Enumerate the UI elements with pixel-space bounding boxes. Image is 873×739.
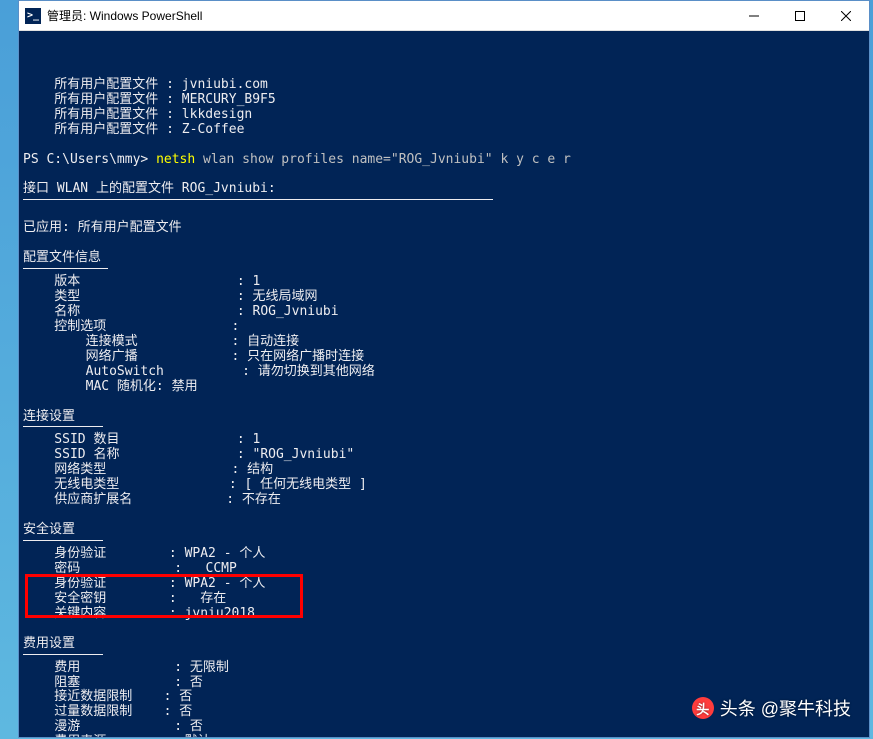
- terminal-line: 所有用户配置文件 : Z-Coffee: [23, 123, 865, 138]
- terminal-line: 身份验证 : WPA2 - 个人: [23, 547, 865, 562]
- terminal-line: MAC 随机化: 禁用: [23, 380, 865, 395]
- terminal-line: [23, 138, 865, 153]
- terminal-line: 漫游 : 否: [23, 720, 865, 735]
- terminal-line: [23, 508, 865, 523]
- terminal-line: 安全设置: [23, 523, 865, 538]
- watermark: 头 头条 @聚牛科技: [692, 695, 851, 721]
- terminal-line: 费用来源 : 默认: [23, 735, 865, 737]
- minimize-button[interactable]: [731, 1, 777, 31]
- terminal-line: 密码 : CCMP: [23, 562, 865, 577]
- terminal-line: 所有用户配置文件 : lkkdesign: [23, 108, 865, 123]
- terminal-line: [23, 395, 865, 410]
- desktop-background: [0, 0, 18, 739]
- terminal-line: 费用设置: [23, 637, 865, 652]
- terminal-line: 无线电类型 : [ 任何无线电类型 ]: [23, 478, 865, 493]
- terminal-line: [23, 236, 865, 251]
- terminal-line: 名称 : ROG_Jvniubi: [23, 305, 865, 320]
- watermark-icon: 头: [692, 697, 714, 719]
- terminal-line: 关键内容 : jvniu2018: [23, 607, 865, 622]
- terminal-line: 身份验证 : WPA2 - 个人: [23, 577, 865, 592]
- terminal-line: 连接设置: [23, 410, 865, 425]
- watermark-text: 头条 @聚牛科技: [720, 695, 851, 721]
- terminal-line: 费用 : 无限制: [23, 661, 865, 676]
- window-titlebar[interactable]: >_ 管理员: Windows PowerShell: [19, 1, 869, 31]
- terminal-line: 已应用: 所有用户配置文件: [23, 221, 865, 236]
- terminal-line: PS C:\Users\mmy> netsh wlan show profile…: [23, 153, 865, 168]
- terminal-line: [23, 206, 865, 221]
- section-divider: [23, 426, 103, 427]
- powershell-icon: >_: [25, 8, 41, 24]
- close-button[interactable]: [823, 1, 869, 31]
- window-title: 管理员: Windows PowerShell: [47, 7, 731, 24]
- terminal-line: 连接模式 : 自动连接: [23, 335, 865, 350]
- window-controls: [731, 1, 869, 31]
- section-divider: [23, 199, 493, 200]
- section-divider: [23, 268, 108, 269]
- terminal-line: 所有用户配置文件 : jvniubi.com: [23, 78, 865, 93]
- terminal-content[interactable]: 所有用户配置文件 : jvniubi.com 所有用户配置文件 : MERCUR…: [19, 31, 869, 737]
- terminal-line: AutoSwitch : 请勿切换到其他网络: [23, 365, 865, 380]
- terminal-line: 接口 WLAN 上的配置文件 ROG_Jvniubi:: [23, 182, 865, 197]
- terminal-line: 供应商扩展名 : 不存在: [23, 493, 865, 508]
- terminal-line: 控制选项 :: [23, 320, 865, 335]
- terminal-line: [23, 622, 865, 637]
- terminal-line: 网络广播 : 只在网络广播时连接: [23, 350, 865, 365]
- terminal-line: 配置文件信息: [23, 251, 865, 266]
- terminal-line: 网络类型 : 结构: [23, 463, 865, 478]
- section-divider: [23, 540, 103, 541]
- maximize-button[interactable]: [777, 1, 823, 31]
- terminal-line: 安全密钥 : 存在: [23, 592, 865, 607]
- section-divider: [23, 654, 103, 655]
- terminal-line: 类型 : 无线局域网: [23, 290, 865, 305]
- powershell-window: >_ 管理员: Windows PowerShell 所有用户配置文件 : jv…: [18, 0, 870, 738]
- terminal-line: 版本 : 1: [23, 275, 865, 290]
- terminal-line: 所有用户配置文件 : MERCURY_B9F5: [23, 93, 865, 108]
